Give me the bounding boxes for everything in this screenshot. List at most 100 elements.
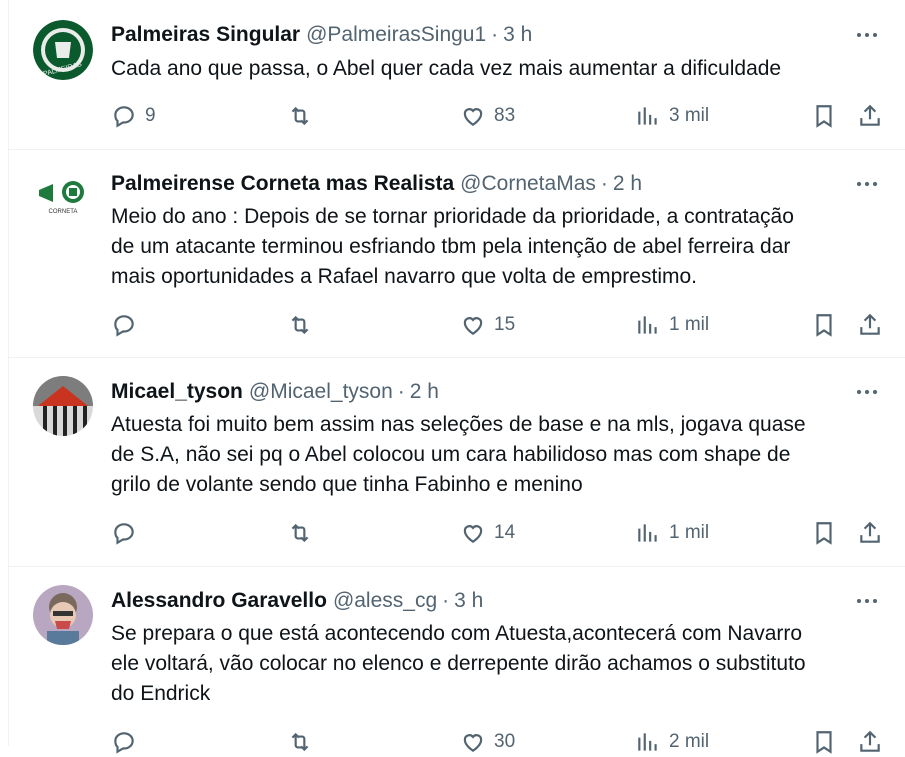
separator-dot: ·: [600, 172, 608, 195]
retweet-icon: [291, 106, 309, 126]
tweet-text-line: do Endrick: [111, 682, 211, 705]
bookmark-icon: [816, 314, 832, 337]
reply-button[interactable]: [111, 518, 137, 548]
author-handle[interactable]: @aless_cg: [333, 589, 437, 613]
author-name[interactable]: Palmeiras Singular: [111, 23, 300, 47]
tweet-actions: 15 1 mil: [111, 310, 886, 340]
views-button[interactable]: 1 mil: [635, 310, 709, 340]
share-icon: [860, 313, 880, 335]
tweet[interactable]: Alessandro Garavello @aless_cg · 3 h Se …: [9, 567, 905, 754]
like-count: 14: [494, 522, 516, 543]
share-button[interactable]: [857, 518, 883, 548]
tweet-text-line: ele voltará, vão colocar no elenco e der…: [111, 652, 806, 675]
more-icon[interactable]: [850, 588, 884, 614]
separator-dot: ·: [397, 380, 405, 403]
tweet-text-line: Cada ano que passa, o Abel quer cada vez…: [111, 57, 782, 80]
tweet-text: Se prepara o que está acontecendo com At…: [111, 619, 881, 709]
avatar[interactable]: [33, 376, 93, 436]
more-icon[interactable]: [850, 22, 884, 48]
bookmark-icon: [816, 522, 832, 545]
retweet-icon: [291, 315, 309, 335]
bookmark-button[interactable]: [811, 727, 837, 757]
views-count: 3 mil: [669, 105, 710, 126]
like-button[interactable]: 30: [460, 727, 515, 757]
like-count: 15: [494, 314, 516, 335]
avatar[interactable]: [33, 585, 93, 645]
tweet-header: Palmeirense Corneta mas Realista @Cornet…: [111, 171, 642, 197]
like-button[interactable]: 15: [460, 310, 515, 340]
views-icon: [638, 107, 657, 125]
tweet-text: Cada ano que passa, o Abel quer cada vez…: [111, 54, 881, 84]
tweet-time[interactable]: 3 h: [454, 589, 483, 613]
share-icon: [860, 730, 880, 752]
like-count: 30: [494, 731, 516, 752]
timeline-feed: PALMEIRAS Palmeiras Singular @PalmeirasS…: [8, 0, 905, 754]
author-handle[interactable]: @Micael_tyson: [249, 380, 393, 404]
views-button[interactable]: 2 mil: [635, 727, 709, 757]
retweet-button[interactable]: [287, 101, 313, 131]
like-button[interactable]: 83: [460, 101, 515, 131]
retweet-button[interactable]: [287, 518, 313, 548]
author-name[interactable]: Micael_tyson: [111, 380, 243, 404]
bookmark-button[interactable]: [811, 310, 837, 340]
tweet-text: Atuesta foi muito bem assim nas seleções…: [111, 410, 881, 500]
heart-icon: [463, 734, 483, 752]
views-icon: [638, 524, 657, 542]
bookmark-icon: [816, 731, 832, 754]
separator-dot: ·: [491, 23, 499, 46]
reply-icon: [114, 523, 134, 545]
reply-button[interactable]: [111, 727, 137, 757]
tweet-text-line: Se prepara o que está acontecendo com At…: [111, 622, 803, 645]
like-count: 83: [494, 105, 516, 126]
retweet-icon: [291, 523, 309, 543]
svg-text:CORNETA: CORNETA: [49, 209, 78, 215]
tweet-text-line: mais oportunidades a Rafael navarro que …: [111, 265, 697, 288]
reply-count: 9: [145, 105, 156, 126]
reply-button[interactable]: 9: [111, 101, 156, 131]
views-icon: [638, 316, 657, 334]
heart-icon: [463, 108, 483, 126]
tweet-text-line: Meio do ano : Depois de se tornar priori…: [111, 205, 794, 228]
like-button[interactable]: 14: [460, 518, 515, 548]
tweet-actions: 9 83 3 mil: [111, 101, 886, 131]
tweet[interactable]: CORNETA Palmeirense Corneta mas Realista…: [9, 150, 905, 358]
author-name[interactable]: Alessandro Garavello: [111, 589, 327, 613]
tweet-text-line: de um atacante terminou esfriando tbm pe…: [111, 235, 791, 258]
tweet-time[interactable]: 3 h: [503, 23, 532, 47]
share-button[interactable]: [857, 727, 883, 757]
views-icon: [638, 733, 657, 751]
views-count: 1 mil: [669, 314, 710, 335]
author-name[interactable]: Palmeirense Corneta mas Realista: [111, 172, 454, 196]
retweet-button[interactable]: [287, 310, 313, 340]
more-icon[interactable]: [850, 171, 884, 197]
tweet-text: Meio do ano : Depois de se tornar priori…: [111, 202, 881, 292]
author-handle[interactable]: @PalmeirasSingu1: [306, 23, 486, 47]
avatar[interactable]: PALMEIRAS: [33, 20, 93, 80]
more-icon[interactable]: [850, 379, 884, 405]
retweet-icon: [291, 732, 309, 752]
avatar[interactable]: CORNETA: [33, 168, 93, 228]
views-button[interactable]: 1 mil: [635, 518, 709, 548]
reply-icon: [114, 732, 134, 754]
tweet[interactable]: PALMEIRAS Palmeiras Singular @PalmeirasS…: [9, 0, 905, 150]
tweet[interactable]: Micael_tyson @Micael_tyson · 2 h Atuesta…: [9, 358, 905, 567]
tweet-text-line: grilo de volante sendo que tinha Fabinho…: [111, 473, 583, 496]
tweet-header: Palmeiras Singular @PalmeirasSingu1 · 3 …: [111, 22, 532, 48]
heart-icon: [463, 317, 483, 335]
tweet-time[interactable]: 2 h: [613, 172, 642, 196]
views-count: 2 mil: [669, 731, 710, 752]
tweet-header: Alessandro Garavello @aless_cg · 3 h: [111, 588, 483, 614]
retweet-button[interactable]: [287, 727, 313, 757]
author-handle[interactable]: @CornetaMas: [460, 172, 596, 196]
share-button[interactable]: [857, 101, 883, 131]
views-button[interactable]: 3 mil: [635, 101, 709, 131]
tweet-time[interactable]: 2 h: [410, 380, 439, 404]
tweet-actions: 14 1 mil: [111, 518, 886, 548]
tweet-text-line: Atuesta foi muito bem assim nas seleções…: [111, 413, 806, 436]
tweet-header: Micael_tyson @Micael_tyson · 2 h: [111, 379, 439, 405]
reply-button[interactable]: [111, 310, 137, 340]
share-button[interactable]: [857, 310, 883, 340]
bookmark-button[interactable]: [811, 101, 837, 131]
bookmark-button[interactable]: [811, 518, 837, 548]
heart-icon: [463, 525, 483, 543]
